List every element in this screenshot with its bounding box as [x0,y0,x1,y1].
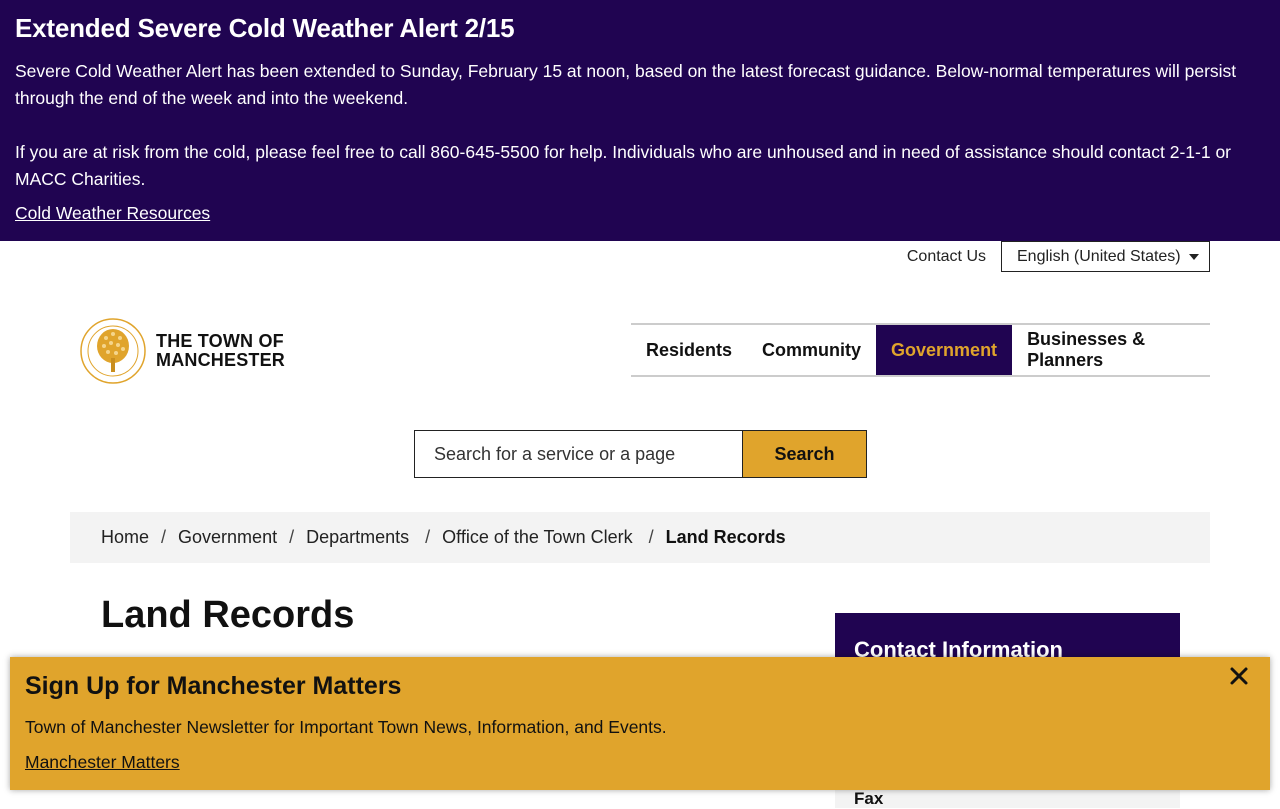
main-nav: Residents Community Government Businesse… [631,323,1210,377]
town-name-line-2: MANCHESTER [156,350,286,370]
nav-item-community[interactable]: Community [747,325,876,375]
breadcrumb-government[interactable]: Government [178,527,277,548]
nav-item-residents[interactable]: Residents [631,325,747,375]
breadcrumb-separator: / [161,527,167,547]
language-select-value: English (United States) [1017,248,1181,265]
close-icon[interactable] [1228,665,1250,687]
alert-banner: Extended Severe Cold Weather Alert 2/15 … [0,0,1280,241]
town-name-line-1: THE TOWN OF [156,331,284,351]
utility-bar: Contact Us English (United States) [907,241,1210,272]
cold-weather-resources-link[interactable]: Cold Weather Resources [15,203,210,224]
alert-paragraph-2: If you are at risk from the cold, please… [15,142,1232,189]
breadcrumb-separator: / [648,527,654,547]
breadcrumb-town-clerk[interactable]: Office of the Town Clerk [442,527,632,548]
alert-paragraph-1: Severe Cold Weather Alert has been exten… [15,61,1237,108]
manchester-matters-link[interactable]: Manchester Matters [25,752,180,773]
breadcrumb: Home / Government / Departments / Office… [70,512,1210,563]
breadcrumb-home[interactable]: Home [101,527,149,548]
chevron-down-icon [1189,254,1199,260]
nav-item-government[interactable]: Government [876,325,1013,375]
alert-title: Extended Severe Cold Weather Alert 2/15 [15,13,515,43]
contact-us-link[interactable]: Contact Us [907,248,986,266]
town-logo[interactable]: THE TOWN OF MANCHESTER [80,318,285,384]
town-name: THE TOWN OF MANCHESTER [156,332,285,370]
breadcrumb-separator: / [289,527,295,547]
popup-text: Town of Manchester Newsletter for Import… [25,717,667,737]
fax-label: Fax [854,789,884,808]
nav-item-businesses-planners[interactable]: Businesses & Planners [1012,325,1210,375]
page-title: Land Records [101,594,355,636]
breadcrumb-separator: / [425,527,431,547]
newsletter-popup: Sign Up for Manchester Matters Town of M… [10,657,1270,790]
popup-title: Sign Up for Manchester Matters [25,672,402,700]
site-search: Search [414,430,867,478]
search-button[interactable]: Search [742,430,867,478]
breadcrumb-departments[interactable]: Departments [306,527,409,548]
search-input[interactable] [414,430,742,478]
breadcrumb-current: Land Records [665,527,786,547]
language-select[interactable]: English (United States) [1001,241,1210,272]
town-seal-tree-icon [80,318,146,384]
